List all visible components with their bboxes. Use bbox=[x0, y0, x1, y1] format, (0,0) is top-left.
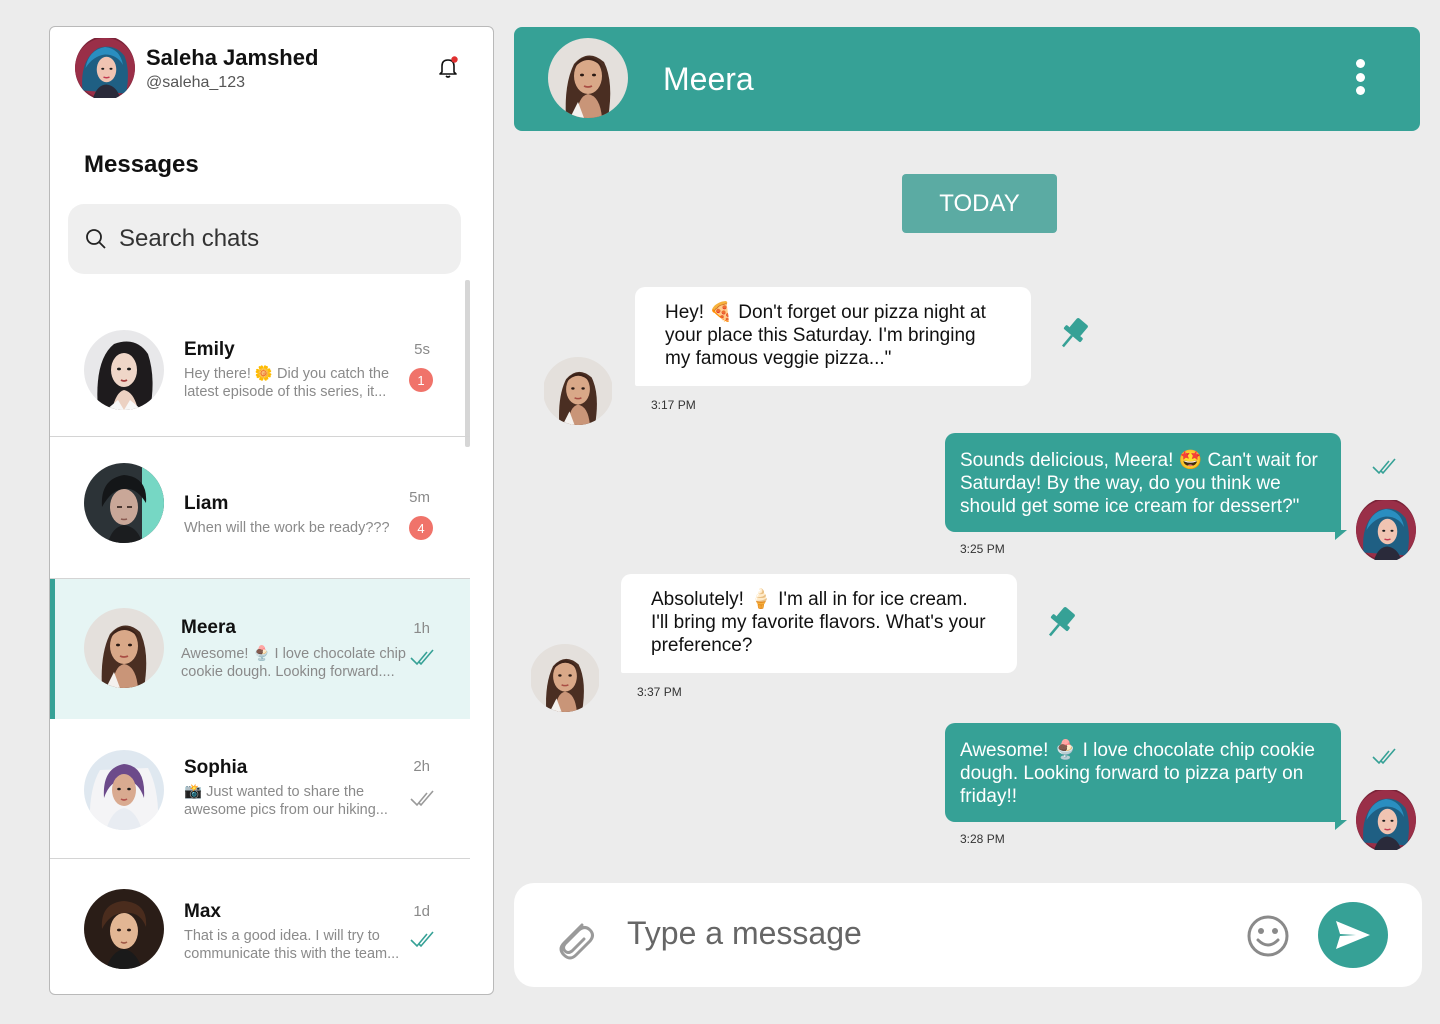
message-composer bbox=[514, 883, 1422, 987]
paperclip-icon[interactable] bbox=[552, 913, 596, 961]
sender-avatar bbox=[1356, 498, 1416, 562]
double-check-icon bbox=[410, 789, 438, 809]
contact-name: Meera bbox=[663, 61, 754, 97]
message-time: 3:17 PM bbox=[651, 398, 696, 412]
chat-preview: Awesome! 🍨 I love chocolate chip cookie … bbox=[181, 646, 406, 680]
chat-sidebar: Saleha Jamshed @saleha_123 Messages Sear… bbox=[49, 26, 494, 995]
message-bubble-incoming[interactable]: Hey! 🍕 Don't forget our pizza night at y… bbox=[635, 287, 1031, 386]
sender-avatar bbox=[543, 357, 613, 425]
avatar bbox=[84, 750, 164, 830]
chat-time: 1d bbox=[413, 903, 430, 920]
avatar bbox=[84, 330, 164, 410]
chat-name: Liam bbox=[184, 493, 229, 514]
unread-badge: 1 bbox=[409, 368, 433, 392]
chat-name: Meera bbox=[181, 617, 236, 638]
chat-item-emily[interactable]: Emily Hey there! 🌼 Did you catch the lat… bbox=[50, 297, 470, 437]
message-time: 3:37 PM bbox=[637, 685, 682, 699]
chat-name: Emily bbox=[184, 339, 235, 360]
kebab-menu-icon[interactable] bbox=[1350, 59, 1370, 95]
contact-avatar[interactable] bbox=[548, 38, 628, 118]
chat-item-sophia[interactable]: Sophia 📸 Just wanted to share the awesom… bbox=[50, 719, 470, 859]
date-divider: TODAY bbox=[902, 174, 1057, 233]
chat-item-meera[interactable]: Meera Awesome! 🍨 I love chocolate chip c… bbox=[50, 579, 470, 719]
message-time: 3:25 PM bbox=[960, 542, 1005, 556]
unread-badge: 4 bbox=[409, 516, 433, 540]
message-bubble-outgoing[interactable]: Sounds delicious, Meera! 🤩 Can't wait fo… bbox=[945, 433, 1347, 540]
chat-preview: When will the work be ready??? bbox=[184, 520, 390, 536]
user-name: Saleha Jamshed bbox=[146, 44, 319, 70]
pin-icon[interactable] bbox=[1053, 314, 1093, 354]
user-handle: @saleha_123 bbox=[146, 73, 245, 91]
chat-item-liam[interactable]: Liam When will the work be ready??? 5m 4 bbox=[50, 437, 470, 579]
double-check-icon bbox=[410, 648, 438, 668]
user-profile[interactable]: Saleha Jamshed @saleha_123 bbox=[75, 36, 318, 100]
search-input[interactable]: Search chats bbox=[119, 225, 259, 253]
message-bubble-outgoing[interactable]: Awesome! 🍨 I love chocolate chip cookie … bbox=[945, 723, 1347, 830]
double-check-icon bbox=[410, 930, 438, 950]
messages-heading: Messages bbox=[84, 151, 199, 178]
pin-icon[interactable] bbox=[1040, 603, 1080, 643]
chat-item-max[interactable]: Max That is a good idea. I will try to c… bbox=[50, 859, 470, 995]
message-time: 3:28 PM bbox=[960, 832, 1005, 846]
send-button[interactable] bbox=[1318, 902, 1388, 968]
sender-avatar bbox=[1356, 788, 1416, 852]
chat-time: 2h bbox=[413, 758, 430, 775]
chat-name: Sophia bbox=[184, 757, 248, 778]
chat-preview: 📸 Just wanted to share the awesome pics … bbox=[184, 784, 388, 818]
message-bubble-incoming[interactable]: Absolutely! 🍦 I'm all in for ice cream. … bbox=[621, 574, 1017, 673]
smiley-icon[interactable] bbox=[1246, 914, 1290, 958]
search-bar[interactable]: Search chats bbox=[68, 204, 461, 274]
bell-icon[interactable] bbox=[436, 55, 460, 79]
chat-list: Emily Hey there! 🌼 Did you catch the lat… bbox=[50, 297, 470, 995]
chat-preview: Hey there! 🌼 Did you catch the latest ep… bbox=[184, 366, 390, 400]
conversation-header: Meera bbox=[514, 27, 1420, 131]
chat-time: 5m bbox=[409, 489, 430, 506]
avatar bbox=[84, 463, 164, 543]
chat-name: Max bbox=[184, 901, 221, 922]
avatar bbox=[84, 608, 164, 688]
chat-preview: That is a good idea. I will try to commu… bbox=[184, 928, 400, 962]
message-input[interactable] bbox=[627, 915, 1227, 952]
send-icon bbox=[1336, 921, 1370, 949]
chat-time: 5s bbox=[414, 341, 430, 358]
double-check-icon bbox=[1371, 457, 1401, 477]
sender-avatar bbox=[530, 644, 600, 712]
double-check-icon bbox=[1371, 747, 1401, 767]
chat-time: 1h bbox=[413, 620, 430, 637]
user-avatar[interactable] bbox=[75, 36, 135, 100]
avatar bbox=[84, 889, 164, 969]
search-icon bbox=[86, 229, 106, 249]
